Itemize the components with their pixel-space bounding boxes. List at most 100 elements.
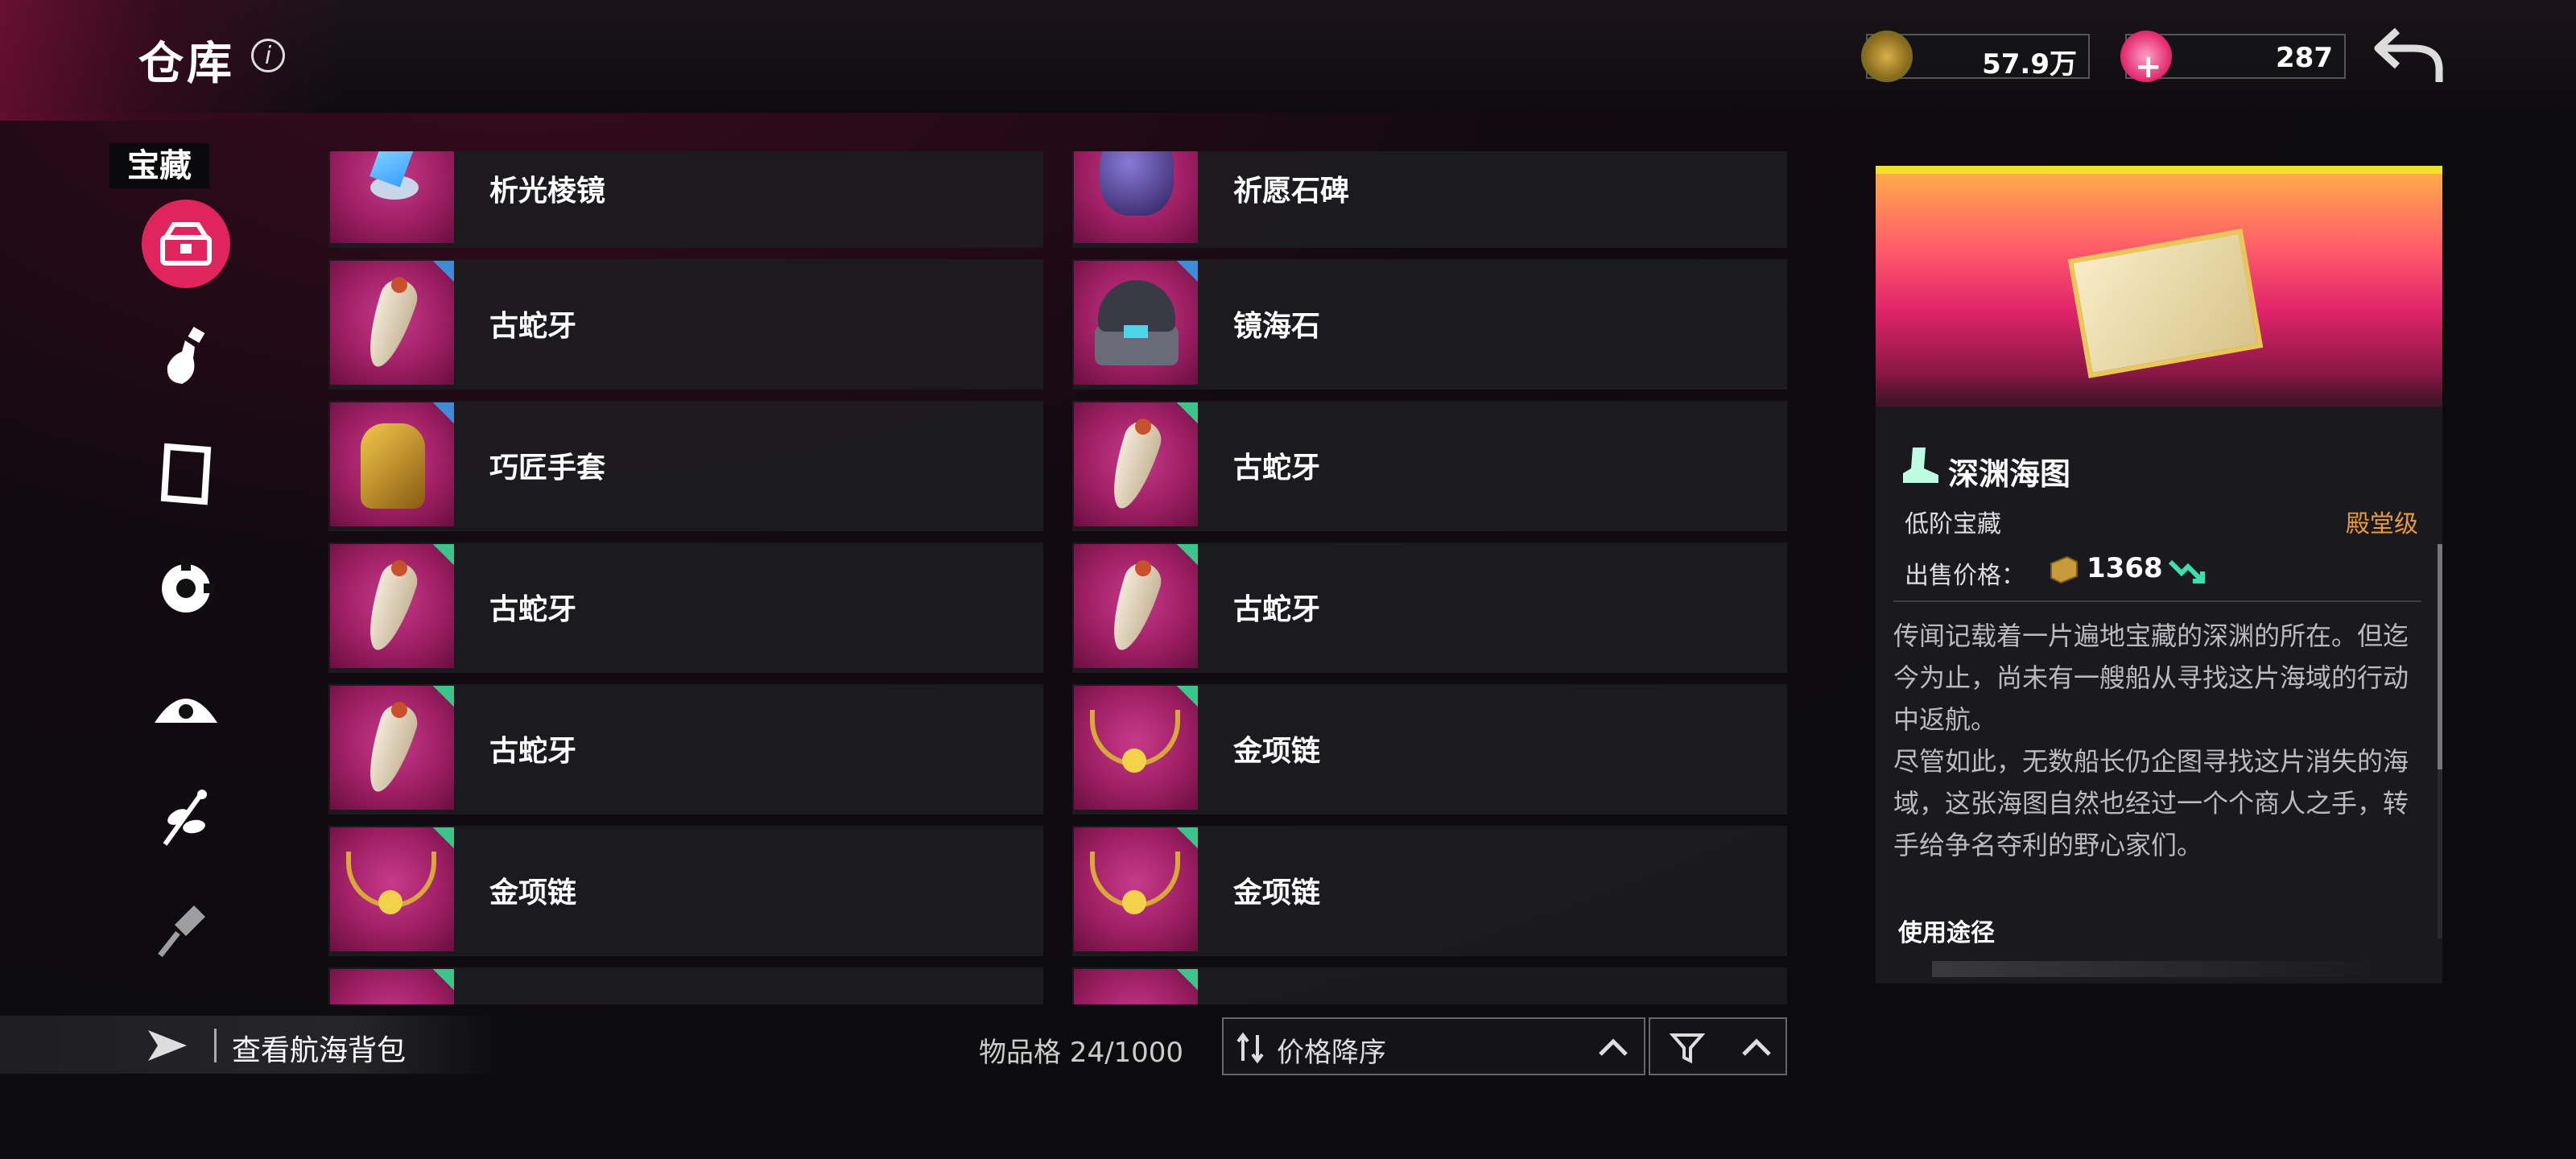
item-detail-name: 深渊海图 xyxy=(1948,456,2071,492)
item-row[interactable]: 金项链 xyxy=(328,826,1043,956)
view-backpack-label: 查看航海背包 xyxy=(232,1034,407,1067)
serpent-fang-icon xyxy=(330,261,454,385)
chevron-up-icon xyxy=(1742,1038,1771,1056)
item-row[interactable]: 古蛇牙 xyxy=(1072,401,1787,531)
gauntlet-icon xyxy=(330,402,454,526)
item-list[interactable]: 析光棱镜 祈愿石碑 古蛇牙 镜海石 巧匠手套 古蛇牙 古蛇牙 古蛇牙 古蛇牙 金… xyxy=(328,151,1790,1004)
back-button[interactable] xyxy=(2373,24,2446,89)
item-name: 祈愿石碑 xyxy=(1233,175,1350,208)
usage-bar xyxy=(1932,961,2383,977)
scrollbar-thumb[interactable] xyxy=(2438,544,2442,769)
sort-icon xyxy=(1236,1032,1264,1064)
gear-part-icon xyxy=(162,559,215,612)
item-row[interactable]: 古蛇牙 xyxy=(328,684,1043,815)
sort-dropdown[interactable]: 价格降序 xyxy=(1222,1017,1645,1075)
serpent-fang-icon xyxy=(330,686,454,810)
price-trend-icon xyxy=(2168,559,2205,584)
wish-stone-icon xyxy=(1074,151,1198,243)
filter-button[interactable] xyxy=(1649,1017,1787,1075)
item-description: 传闻记载着一片遍地宝藏的深渊的所在。但迄今为止，尚未有一艘船从寻找这片海域的行动… xyxy=(1893,615,2425,866)
rarity-marker xyxy=(433,402,454,423)
boot-icon xyxy=(1903,448,1938,483)
category-treasure[interactable] xyxy=(142,200,230,288)
rarity-marker xyxy=(433,827,454,848)
item-detail-banner xyxy=(1876,166,2442,407)
item-name: 镜海石 xyxy=(1233,310,1321,343)
item-name: 析光棱镜 xyxy=(489,175,606,208)
rarity-marker xyxy=(433,686,454,707)
filter-icon xyxy=(1670,1033,1705,1064)
currency-gem-value: 287 xyxy=(2276,42,2333,74)
item-name: 金项链 xyxy=(1233,876,1321,909)
treasure-chest-icon xyxy=(160,222,212,266)
prism-icon xyxy=(330,969,454,1004)
rarity-marker xyxy=(1177,261,1198,282)
gold-bar-icon xyxy=(2050,555,2078,584)
wish-stone-icon xyxy=(1074,969,1198,1004)
jewel-box-icon xyxy=(1074,261,1198,385)
currency-gold-value: 57.9万 xyxy=(1982,48,2077,80)
item-name: 古蛇牙 xyxy=(489,310,577,343)
item-row[interactable] xyxy=(1072,967,1787,1004)
category-title: 宝藏 xyxy=(109,143,209,188)
item-name: 古蛇牙 xyxy=(489,735,577,768)
slot-count: 物品格 24/1000 xyxy=(979,1037,1184,1069)
item-row[interactable]: 古蛇牙 xyxy=(328,542,1043,673)
item-row[interactable]: 古蛇牙 xyxy=(328,259,1043,390)
item-row[interactable]: 镜海石 xyxy=(1072,259,1787,390)
category-tools[interactable] xyxy=(142,885,230,974)
separator xyxy=(214,1029,217,1062)
sell-price-label: 出售价格： xyxy=(1905,562,2025,590)
item-row[interactable]: 析光棱镜 xyxy=(328,151,1043,248)
ship-wheel-icon xyxy=(155,699,217,723)
rarity-topline xyxy=(1876,166,2442,174)
item-row[interactable] xyxy=(328,967,1043,1004)
potion-bottle-icon xyxy=(167,326,205,384)
category-ship[interactable] xyxy=(142,658,230,747)
serpent-fang-icon xyxy=(1074,544,1198,668)
category-potion[interactable] xyxy=(142,314,230,402)
chevron-up-icon xyxy=(1599,1038,1628,1056)
item-row[interactable]: 祈愿石碑 xyxy=(1072,151,1787,248)
sort-label: 价格降序 xyxy=(1277,1037,1386,1069)
item-name: 古蛇牙 xyxy=(489,593,577,626)
rarity-marker xyxy=(1177,402,1198,423)
serpent-fang-icon xyxy=(330,544,454,668)
category-herb[interactable] xyxy=(142,773,230,861)
page-title: 仓库 xyxy=(138,38,235,90)
serpent-fang-icon xyxy=(1074,402,1198,526)
item-description-paragraph: 尽管如此，无数船长仍企图寻找这片消失的海域，这张海图自然也经过一个个商人之手，转… xyxy=(1893,746,2409,860)
banner-fade xyxy=(1876,375,2442,439)
gold-necklace-icon xyxy=(1074,827,1198,951)
rarity-marker xyxy=(433,969,454,990)
info-icon[interactable]: i xyxy=(251,39,285,72)
category-parts[interactable] xyxy=(142,544,230,633)
item-detail-tier: 低阶宝藏 xyxy=(1905,510,2001,538)
item-row[interactable]: 金项链 xyxy=(1072,826,1787,956)
item-name: 古蛇牙 xyxy=(1233,452,1321,485)
send-arrow-icon xyxy=(148,1030,187,1061)
herb-branch-icon xyxy=(163,790,207,846)
gold-necklace-icon xyxy=(330,827,454,951)
item-description-paragraph: 传闻记载着一片遍地宝藏的深渊的所在。但迄今为止，尚未有一艘船从寻找这片海域的行动… xyxy=(1893,621,2409,735)
rarity-marker xyxy=(1177,969,1198,990)
item-detail-panel: 深渊海图 低阶宝藏 殿堂级 出售价格： 1368 传闻记载着一片遍地宝藏的深渊的… xyxy=(1876,166,2442,984)
rarity-marker xyxy=(1177,827,1198,848)
item-row[interactable]: 巧匠手套 xyxy=(328,401,1043,531)
coin-relic-icon xyxy=(1861,31,1913,82)
item-name: 金项链 xyxy=(489,876,577,909)
rarity-marker xyxy=(1177,686,1198,707)
item-name: 巧匠手套 xyxy=(489,452,606,485)
rarity-marker xyxy=(433,261,454,282)
item-row[interactable]: 金项链 xyxy=(1072,684,1787,815)
shovel-icon xyxy=(158,905,205,958)
view-backpack-button[interactable]: 查看航海背包 xyxy=(0,1016,499,1074)
item-row[interactable]: 古蛇牙 xyxy=(1072,542,1787,673)
detail-scrollbar[interactable] xyxy=(2438,544,2442,938)
category-scroll[interactable] xyxy=(142,430,230,518)
usage-heading: 使用途径 xyxy=(1898,919,1995,947)
prism-icon xyxy=(330,151,454,243)
scroll-frame-icon xyxy=(160,443,212,505)
divider xyxy=(1893,600,2421,602)
pink-gem-icon[interactable]: + xyxy=(2120,31,2172,85)
